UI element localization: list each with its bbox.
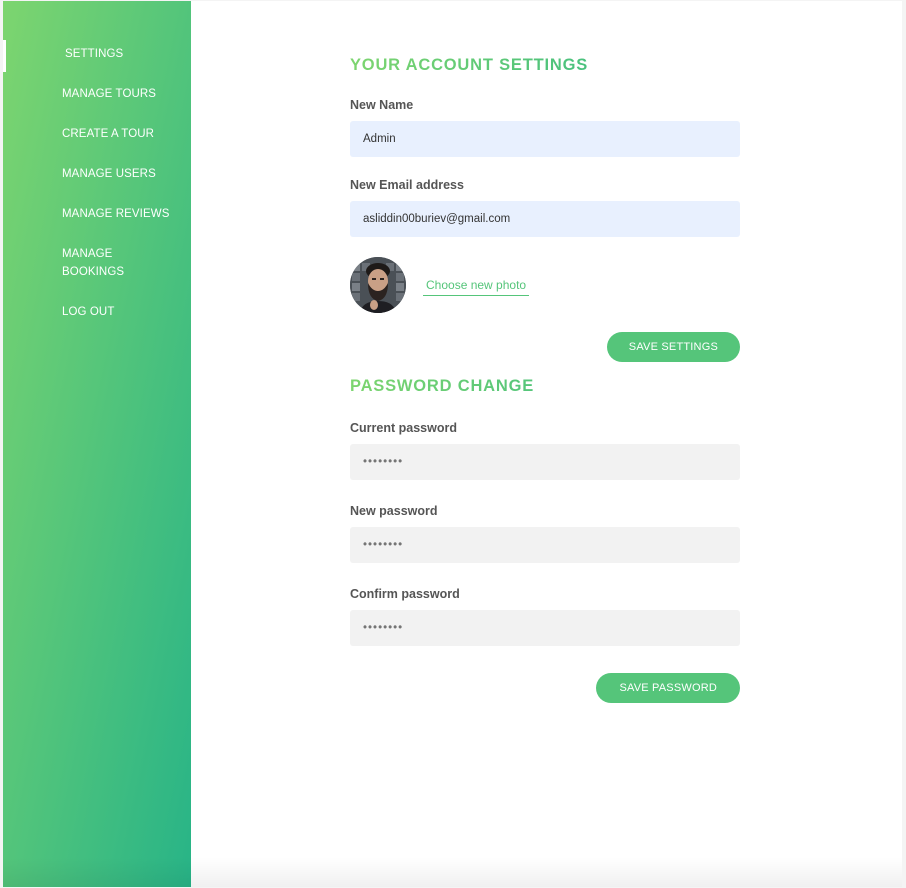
- sidebar-item-create-tour[interactable]: CREATE A TOUR: [3, 125, 191, 143]
- sidebar-nav: SETTINGS MANAGE TOURS CREATE A TOUR MANA…: [3, 1, 191, 321]
- bottom-shadow: [3, 857, 902, 887]
- new-password-label: New password: [350, 504, 438, 518]
- save-settings-button[interactable]: SAVE SETTINGS: [606, 332, 740, 362]
- sidebar-item-manage-reviews[interactable]: MANAGE REVIEWS: [3, 205, 191, 223]
- password-change-section: PASSWORD CHANGE Current password New pas…: [350, 376, 740, 703]
- sidebar-item-manage-tours[interactable]: MANAGE TOURS: [3, 85, 191, 103]
- password-change-heading: PASSWORD CHANGE: [350, 376, 740, 396]
- sidebar-item-label: MANAGE USERS: [62, 168, 156, 180]
- email-input[interactable]: [350, 201, 740, 237]
- new-password-input[interactable]: [350, 527, 740, 563]
- email-label: New Email address: [350, 178, 464, 192]
- sidebar-item-label: CREATE A TOUR: [62, 128, 155, 140]
- save-password-button[interactable]: SAVE PASSWORD: [596, 673, 740, 703]
- sidebar-item-log-out[interactable]: LOG OUT: [3, 303, 191, 321]
- sidebar-item-label: LOG OUT: [62, 306, 115, 318]
- sidebar: SETTINGS MANAGE TOURS CREATE A TOUR MANA…: [3, 1, 191, 887]
- confirm-password-input[interactable]: [350, 610, 740, 646]
- name-input[interactable]: [350, 121, 740, 157]
- avatar: [350, 256, 406, 313]
- name-label: New Name: [350, 98, 414, 112]
- photo-row: Choose new photo: [350, 256, 740, 313]
- current-password-input[interactable]: [350, 444, 740, 480]
- sidebar-item-label: MANAGE REVIEWS: [62, 208, 170, 220]
- sidebar-item-settings[interactable]: SETTINGS: [3, 40, 191, 72]
- sidebar-item-manage-users[interactable]: MANAGE USERS: [3, 165, 191, 183]
- save-settings-row: SAVE SETTINGS: [350, 332, 740, 362]
- sidebar-item-label: SETTINGS: [65, 48, 124, 60]
- account-settings-section: YOUR ACCOUNT SETTINGS New Name New Email…: [350, 55, 740, 362]
- choose-photo-link[interactable]: Choose new photo: [423, 275, 530, 296]
- save-password-row: SAVE PASSWORD: [350, 673, 740, 703]
- main-content: YOUR ACCOUNT SETTINGS New Name New Email…: [191, 1, 902, 887]
- confirm-password-label: Confirm password: [350, 587, 460, 601]
- sidebar-item-label: MANAGE BOOKINGS: [62, 248, 125, 278]
- app-frame: SETTINGS MANAGE TOURS CREATE A TOUR MANA…: [3, 1, 902, 887]
- current-password-label: Current password: [350, 421, 457, 435]
- sidebar-item-label: MANAGE TOURS: [62, 88, 157, 100]
- sidebar-item-manage-bookings[interactable]: MANAGE BOOKINGS: [3, 245, 133, 281]
- user-photo-icon: [350, 256, 406, 313]
- account-settings-heading: YOUR ACCOUNT SETTINGS: [350, 55, 740, 75]
